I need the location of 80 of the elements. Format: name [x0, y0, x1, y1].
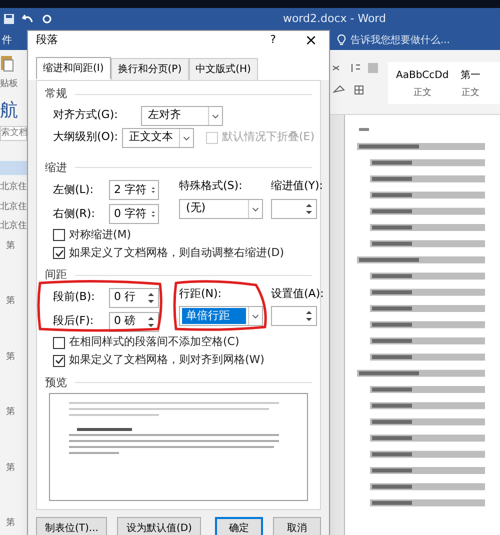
styles-gallery[interactable]: AaBbCcDd 正文 第一 正文 [388, 62, 500, 104]
field-value: 2 字符 [113, 182, 148, 198]
nav-heading[interactable]: 第 [0, 406, 27, 420]
field-label: 右侧(R): [53, 206, 96, 222]
field-label: 缩进值(Y): [271, 178, 324, 194]
dropdown[interactable]: 左对齐 [141, 106, 223, 126]
nav-item[interactable]: 北京住 [0, 181, 27, 194]
nav-heading[interactable]: 第 [0, 295, 27, 308]
checkbox-label: 在相同样式的段落间不添加空格(C) [69, 334, 240, 350]
spin-field[interactable] [271, 198, 317, 218]
dialog-button[interactable]: 确定 [214, 517, 264, 535]
field-label: 左侧(L): [53, 182, 94, 198]
checkbox[interactable] [53, 336, 65, 348]
checkbox[interactable] [53, 354, 65, 366]
field-label: 对齐方式(G): [53, 107, 119, 124]
dialog-title: 段落 [36, 32, 59, 48]
checkbox[interactable] [53, 229, 65, 241]
help-button[interactable]: ? [263, 32, 283, 49]
lightbulb-icon [337, 34, 346, 46]
checkmark-icon [54, 356, 64, 365]
close-button[interactable]: × [301, 33, 321, 48]
style-name: 正文 [462, 87, 480, 100]
field-value: 0 行 [113, 289, 136, 306]
dropdown-value: 左对齐 [147, 107, 182, 124]
dialog-tab[interactable]: 中文版式(H) [188, 58, 258, 80]
nav-heading[interactable]: 第 [0, 240, 27, 253]
spin-arrows-icon [305, 309, 313, 323]
checkbox-label: 对称缩进(M) [69, 226, 132, 243]
section-title: 常规 [45, 86, 67, 102]
nav-heading[interactable]: 第 [0, 517, 27, 530]
spin-arrows-icon [305, 202, 313, 216]
dialog-button[interactable]: 取消 [273, 517, 321, 535]
dropdown-value: 单倍行距 [182, 308, 246, 324]
field-label: 段后(F): [53, 313, 95, 330]
field-label: 行距(N): [179, 286, 223, 302]
field-label: 段前(B): [53, 289, 96, 306]
dialog-tab[interactable]: 换行和分页(P) [110, 58, 189, 80]
field-value: 0 字符 [113, 206, 148, 222]
style-preview: 第一 [460, 69, 481, 83]
spin-field[interactable] [271, 306, 317, 326]
field-value: 0 磅 [113, 313, 136, 330]
window-title: word2.docx - Word [282, 10, 386, 27]
nav-item[interactable]: 北京住 [0, 200, 27, 214]
checkbox-label: 默认情况下折叠(E) [222, 129, 314, 146]
field-label: 特殊格式(S): [179, 178, 244, 194]
nav-selection-highlight [0, 161, 27, 175]
save-icon[interactable] [4, 14, 14, 24]
field-label: 大纲级别(O): [53, 129, 118, 146]
spin-arrows-icon [147, 314, 155, 328]
nav-heading[interactable]: 第 [0, 350, 27, 364]
section-title: 间距 [45, 267, 67, 283]
section-title: 预览 [45, 374, 67, 390]
spin-field[interactable]: 0 字符 [109, 204, 159, 224]
checkbox-label: 如果定义了文档网格，则自动调整右缩进(D) [69, 244, 284, 261]
dropdown[interactable]: 单倍行距 [179, 306, 263, 326]
checkmark-icon [54, 248, 64, 258]
paste-icon[interactable] [0, 54, 14, 72]
checkbox[interactable] [53, 247, 65, 259]
dropdown[interactable]: 正文文本 [122, 128, 194, 148]
nav-item[interactable]: 北京住 [0, 220, 27, 234]
nav-heading[interactable]: 第 [0, 462, 27, 475]
spin-field[interactable]: 0 行 [109, 288, 159, 308]
dialog-button[interactable]: 设为默认值(D) [117, 517, 201, 535]
spin-field[interactable]: 2 字符 [109, 180, 159, 200]
style-name: 正文 [413, 87, 432, 100]
dropdown[interactable]: (无) [179, 198, 263, 218]
undo-icon[interactable] [22, 14, 34, 24]
dropdown-value: 正文文本 [128, 129, 174, 146]
nav-pane-title: 航 [0, 102, 19, 120]
field-label: 设置值(A): [271, 286, 324, 302]
dialog-button[interactable]: 制表位(T)... [36, 517, 108, 535]
spin-arrows-icon [147, 290, 155, 304]
dropdown-value: (无) [185, 200, 207, 216]
dialog-tab[interactable]: 缩进和间距(I) [36, 57, 111, 79]
checkbox-label: 如果定义了文档网格，则对齐到网格(W) [69, 352, 264, 368]
style-preview: AaBbCcDd [396, 69, 449, 83]
tell-me-field[interactable]: 告诉我您想要做什么... [350, 32, 450, 48]
section-title: 缩进 [45, 160, 67, 176]
file-tab[interactable]: 件 [0, 32, 14, 48]
clipboard-label: 贴板 [0, 78, 19, 91]
